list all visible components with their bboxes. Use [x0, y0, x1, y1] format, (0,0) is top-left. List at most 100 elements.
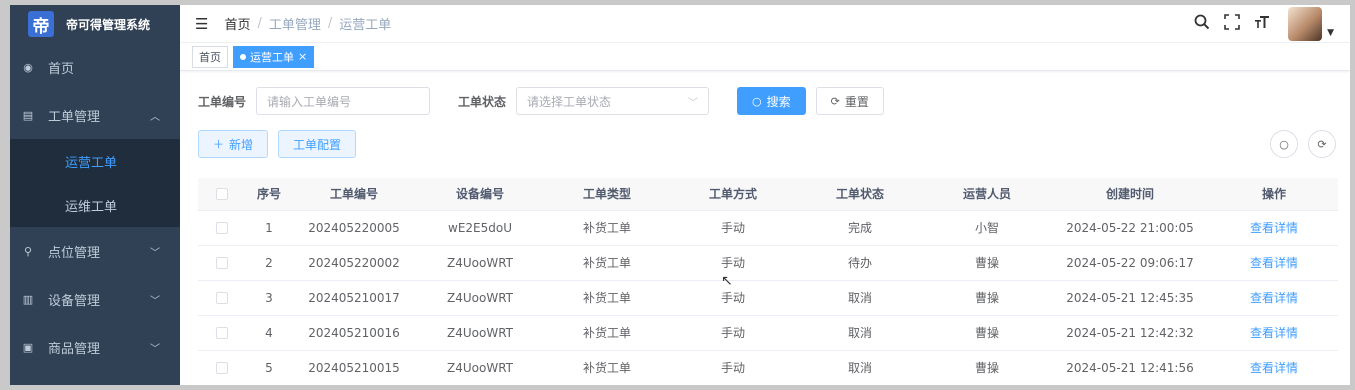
cell-status: 完成 [796, 210, 924, 246]
clipboard-icon: ▤ [22, 108, 34, 122]
row-checkbox[interactable] [216, 327, 228, 339]
cell-created: 2024-05-21 12:41:56 [1050, 350, 1210, 385]
view-detail-link[interactable]: 查看详情 [1250, 291, 1298, 305]
sidebar-item-locations[interactable]: ⚲ 点位管理 ﹀ [10, 227, 180, 275]
column-header: 操作 [1210, 178, 1338, 211]
cell-operator: 曹操 [924, 280, 1050, 316]
search-icon[interactable] [1194, 14, 1210, 34]
column-header: 序号 [246, 178, 292, 211]
cell-status: 取消 [796, 280, 924, 316]
logo[interactable]: 帝 帝可得管理系统 [10, 5, 180, 43]
row-checkbox[interactable] [216, 362, 228, 374]
cell-type: 补货工单 [544, 245, 670, 281]
cell-type: 补货工单 [544, 280, 670, 316]
sidebar: 帝 帝可得管理系统 ◉ 首页 ▤ 工单管理 ︿ 运营工单 运维工单 ⚲ 点位管理… [10, 5, 180, 385]
sidebar-item-home[interactable]: ◉ 首页 [10, 43, 180, 91]
status-placeholder: 请选择工单状态 [527, 94, 612, 109]
avatar[interactable] [1288, 7, 1323, 41]
sidebar-item-label: 设备管理 [48, 293, 101, 309]
row-checkbox[interactable] [216, 222, 228, 234]
cell-method: 手动 [670, 350, 796, 385]
column-header: 运营人员 [924, 178, 1050, 211]
tag-ops-orders[interactable]: 运营工单 × [233, 45, 315, 68]
view-detail-link[interactable]: 查看详情 [1250, 256, 1298, 270]
column-header: 工单类型 [544, 178, 670, 211]
device-icon: ▥ [22, 292, 34, 306]
sidebar-item-maint-orders[interactable]: 运维工单 [10, 183, 180, 227]
cell-type: 补货工单 [544, 315, 670, 351]
sidebar-item-devices[interactable]: ▥ 设备管理 ﹀ [10, 275, 180, 323]
reset-button[interactable]: ⟳ 重置 [815, 87, 884, 115]
cell-type: 补货工单 [544, 350, 670, 385]
breadcrumb-item[interactable]: 首页 [224, 14, 250, 33]
select-all-cell [198, 178, 246, 211]
cell-index: 2 [246, 245, 292, 281]
location-icon: ⚲ [23, 244, 33, 258]
app-window: 帝 帝可得管理系统 ◉ 首页 ▤ 工单管理 ︿ 运营工单 运维工单 ⚲ 点位管理… [10, 5, 1350, 385]
cell-order-no: 202405210016 [292, 315, 416, 351]
cell-device-no: Z4UooWRT [416, 350, 544, 385]
navbar: ☰ 首页 / 工单管理 / 运营工单 ▼ [180, 5, 1350, 43]
add-button[interactable]: ＋ 新增 [198, 130, 269, 158]
cell-order-no: 202405220005 [292, 210, 416, 246]
sidebar-item-label: 工单管理 [48, 109, 101, 125]
dashboard-icon: ◉ [23, 60, 33, 74]
view-detail-link[interactable]: 查看详情 [1250, 221, 1298, 235]
search-form: 工单编号 请输入工单编号 工单状态 请选择工单状态 ﹀ ○ 搜索 ⟳ 重置 [180, 86, 1350, 116]
cell-operator: 曹操 [924, 350, 1050, 385]
plus-icon: ＋ [213, 138, 224, 151]
chevron-down-icon: ﹀ [150, 247, 160, 259]
caret-down-icon[interactable]: ▼ [1327, 28, 1334, 38]
main-content: ☰ 首页 / 工单管理 / 运营工单 ▼ 首页 运营工单 × 工单编号 请输入工… [180, 5, 1350, 385]
select-all-checkbox[interactable] [216, 188, 228, 201]
logo-icon: 帝 [28, 11, 54, 37]
view-detail-link[interactable]: 查看详情 [1250, 326, 1298, 340]
refresh-button[interactable]: ⟳ [1308, 130, 1336, 158]
work-order-table: 序号 工单编号 设备编号 工单类型 工单方式 工单状态 运营人员 创建时间 操作… [198, 178, 1338, 385]
status-select[interactable]: 请选择工单状态 ﹀ [516, 87, 710, 115]
cell-operator: 小智 [924, 210, 1050, 246]
sidebar-item-products[interactable]: ▣ 商品管理 ﹀ [10, 323, 180, 371]
cell-index: 3 [246, 280, 292, 316]
sidebar-item-work-orders[interactable]: ▤ 工单管理 ︿ [10, 91, 180, 139]
cell-created: 2024-05-21 12:45:35 [1050, 280, 1210, 316]
table-row: 5 202405210015 Z4UooWRT 补货工单 手动 取消 曹操 20… [198, 350, 1338, 385]
row-checkbox[interactable] [216, 292, 228, 304]
cell-method: 手动 [670, 315, 796, 351]
row-checkbox[interactable] [216, 257, 228, 269]
close-icon[interactable]: × [298, 50, 307, 63]
cell-device-no: Z4UooWRT [416, 245, 544, 281]
table-row: 2 202405220002 Z4UooWRT 补货工单 手动 待办 曹操 20… [198, 245, 1338, 281]
cell-device-no: Z4UooWRT [416, 315, 544, 351]
cell-order-no: 202405220002 [292, 245, 416, 281]
table-header-row: 序号 工单编号 设备编号 工单类型 工单方式 工单状态 运营人员 创建时间 操作 [198, 178, 1338, 211]
column-header: 工单状态 [796, 178, 924, 211]
order-no-input[interactable]: 请输入工单编号 [256, 87, 431, 115]
font-size-icon[interactable] [1254, 14, 1270, 34]
cell-status: 取消 [796, 315, 924, 351]
cell-operator: 曹操 [924, 315, 1050, 351]
active-dot-icon [240, 53, 246, 60]
cell-created: 2024-05-22 09:06:17 [1050, 245, 1210, 281]
tag-home[interactable]: 首页 [192, 45, 228, 68]
fullscreen-icon[interactable] [1224, 14, 1240, 34]
chevron-down-icon: ﹀ [688, 97, 699, 109]
cell-device-no: Z4UooWRT [416, 280, 544, 316]
search-button[interactable]: ○ 搜索 [737, 87, 806, 115]
app-title: 帝可得管理系统 [66, 17, 151, 32]
product-icon: ▣ [22, 340, 34, 354]
submenu-work-orders: 运营工单 运维工单 [10, 139, 180, 227]
breadcrumb-item[interactable]: 工单管理 [269, 14, 321, 33]
cell-method: 手动 [670, 245, 796, 281]
cell-created: 2024-05-21 12:42:32 [1050, 315, 1210, 351]
cell-index: 4 [246, 315, 292, 351]
config-button[interactable]: 工单配置 [278, 130, 357, 158]
sidebar-item-ops-orders[interactable]: 运营工单 [10, 139, 180, 183]
breadcrumb: 首页 / 工单管理 / 运营工单 [224, 14, 392, 33]
sidebar-item-label: 点位管理 [48, 245, 101, 261]
toggle-search-button[interactable]: ○ [1270, 130, 1298, 158]
cell-status: 待办 [796, 245, 924, 281]
view-detail-link[interactable]: 查看详情 [1250, 361, 1298, 375]
hamburger-icon[interactable]: ☰ [195, 15, 208, 33]
refresh-icon: ⟳ [1317, 137, 1327, 151]
